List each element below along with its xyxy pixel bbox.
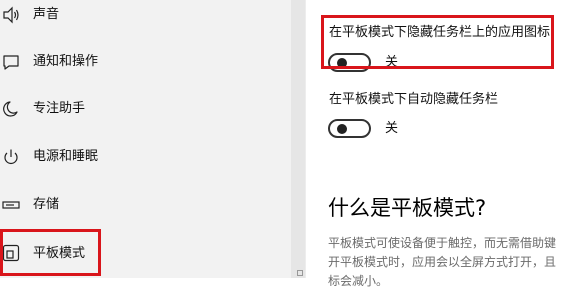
toggle-knob [337, 124, 347, 134]
sidebar-item-power-sleep[interactable]: 电源和睡眠 [0, 137, 291, 177]
description-line: 开平板模式时，应用会以全屏方式打开，且 [328, 255, 557, 269]
divider [305, 0, 306, 278]
auto-hide-taskbar-label: 在平板模式下自动隐藏任务栏 [329, 92, 499, 107]
scrollbar-track[interactable] [291, 0, 305, 278]
auto-hide-taskbar-state: 关 [385, 121, 399, 136]
sidebar-item-sound[interactable]: 声音 [0, 0, 291, 35]
auto-hide-taskbar-toggle[interactable] [328, 119, 371, 138]
storage-icon [2, 196, 20, 214]
speaker-icon [2, 6, 20, 24]
sidebar-item-label: 声音 [33, 7, 60, 22]
message-icon [2, 53, 20, 71]
setting-highlight-box [321, 15, 554, 69]
sidebar-item-focus-assist[interactable]: 专注助手 [0, 89, 291, 129]
section-title: 什么是平板模式? [328, 196, 487, 220]
resize-handle[interactable] [297, 270, 303, 276]
description-line: 标会减小。 [328, 274, 389, 288]
power-icon [2, 148, 20, 166]
sidebar-item-label: 专注助手 [33, 101, 86, 116]
sidebar-item-notifications[interactable]: 通知和操作 [0, 42, 291, 82]
moon-icon [2, 100, 20, 118]
description-line: 平板模式可使设备便于触控，而无需借助键 [328, 236, 557, 250]
sidebar-item-label: 电源和睡眠 [33, 149, 99, 164]
sidebar-item-label: 存储 [33, 197, 60, 212]
tablet-mode-highlight-box [0, 229, 101, 276]
sidebar-item-label: 通知和操作 [33, 54, 99, 69]
sidebar-item-storage[interactable]: 存储 [0, 185, 291, 225]
settings-sidebar: 声音 通知和操作 专注助手 电源和睡眠 存储 平板模式 [0, 0, 291, 278]
